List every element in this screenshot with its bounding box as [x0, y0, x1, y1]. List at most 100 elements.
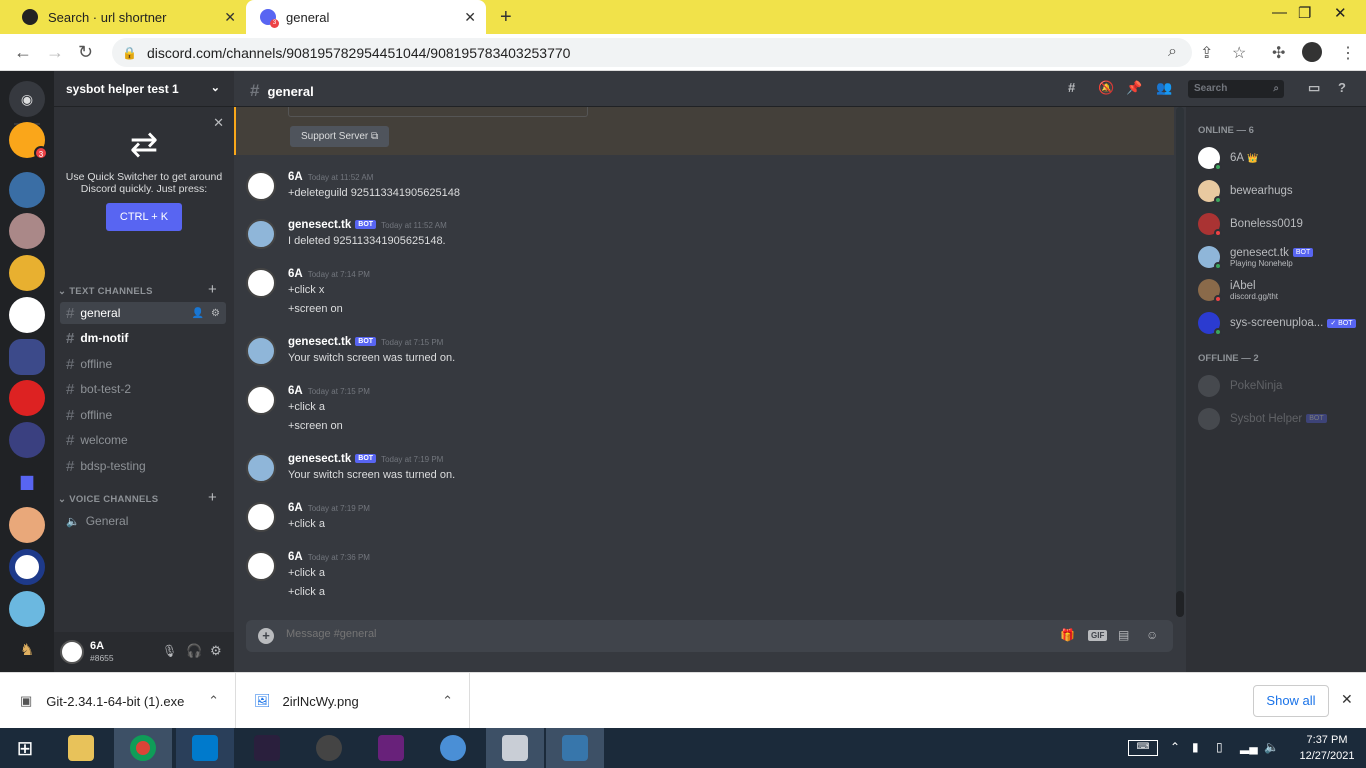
search-input[interactable]: Search ⌕: [1188, 80, 1284, 98]
back-icon[interactable]: ←: [14, 42, 32, 63]
tab-github-search[interactable]: Search · url shortner ✕: [8, 0, 246, 34]
volume-icon[interactable]: 🔈: [1264, 740, 1279, 754]
message[interactable]: 6A Today at 7:14 PM +click x +screen on: [246, 268, 1146, 326]
message-author[interactable]: genesect.tk: [288, 219, 351, 231]
forward-icon[interactable]: →: [46, 42, 64, 63]
member-item[interactable]: sys-screenuploa... ✓ BOT: [1198, 308, 1363, 338]
member-item[interactable]: Boneless0019: [1198, 209, 1363, 239]
guild-icon[interactable]: [9, 255, 45, 291]
channel-dm-notif[interactable]: # dm-notif: [60, 327, 226, 349]
voice-channel-general[interactable]: 🔈 General: [60, 510, 226, 532]
close-icon[interactable]: ✕: [213, 115, 224, 131]
extensions-icon[interactable]: ✣: [1272, 43, 1285, 63]
message-author[interactable]: genesect.tk: [288, 453, 351, 465]
chevron-up-icon[interactable]: ⌃: [442, 693, 453, 709]
show-all-button[interactable]: Show all: [1253, 685, 1329, 717]
message-author[interactable]: 6A: [288, 171, 303, 183]
guild-icon[interactable]: [9, 213, 45, 249]
message[interactable]: genesect.tk BOT Today at 11:52 AM I deleted…: [246, 219, 1146, 258]
avatar[interactable]: [60, 640, 84, 664]
chevron-up-icon[interactable]: ⌃: [208, 693, 219, 709]
ctrl-k-button[interactable]: CTRL + K: [105, 203, 183, 231]
mute-mic-icon[interactable]: 🎙: [162, 644, 177, 658]
channel-offline-2[interactable]: # offline: [60, 404, 226, 426]
folder-icon[interactable]: ▆: [9, 464, 45, 500]
profile-avatar[interactable]: [1302, 42, 1322, 62]
message-author[interactable]: 6A: [288, 268, 303, 280]
add-channel-icon[interactable]: +: [208, 281, 217, 298]
close-download-bar-icon[interactable]: ✕: [1341, 691, 1353, 708]
guild-icon[interactable]: ♞: [9, 633, 45, 669]
member-item[interactable]: iAbel discord.gg/tht: [1198, 275, 1363, 305]
message[interactable]: 6A Today at 7:15 PM +click a +screen on: [246, 385, 1146, 443]
minimize-icon[interactable]: —: [1272, 4, 1287, 21]
keyboard-icon[interactable]: ⌨: [1128, 740, 1158, 756]
channel-bot-test-2[interactable]: # bot-test-2: [60, 378, 226, 400]
app-icon[interactable]: [424, 728, 482, 768]
gift-icon[interactable]: 🎁: [1060, 628, 1075, 642]
message[interactable]: genesect.tk BOT Today at 7:19 PM Your switc…: [246, 453, 1146, 492]
member-item[interactable]: Sysbot Helper BOT: [1198, 404, 1363, 434]
message[interactable]: 6A Today at 7:19 PM +click a: [246, 502, 1146, 541]
notification-bell-icon[interactable]: 🔕: [1098, 80, 1114, 96]
invite-icon[interactable]: 👤: [192, 308, 204, 319]
gear-icon[interactable]: ⚙: [211, 308, 220, 319]
add-channel-icon[interactable]: +: [208, 489, 217, 506]
avatar[interactable]: [246, 385, 276, 415]
menu-icon[interactable]: ⋮: [1340, 43, 1356, 63]
message-author[interactable]: 6A: [288, 502, 303, 514]
sticker-icon[interactable]: ▤: [1118, 628, 1129, 642]
message[interactable]: genesect.tk BOT Today at 7:15 PM Your switc…: [246, 336, 1146, 375]
headphones-icon[interactable]: 🎧: [186, 643, 202, 659]
obs-icon[interactable]: [300, 728, 358, 768]
avatar[interactable]: [246, 171, 276, 201]
download-item[interactable]: 🖼 2irlNcWy.png ⌃: [236, 673, 470, 729]
windows-start-icon[interactable]: ⊞: [0, 728, 50, 768]
new-tab-button[interactable]: +: [500, 6, 512, 29]
guild-icon[interactable]: [9, 507, 45, 543]
threads-icon[interactable]: #: [1068, 80, 1075, 95]
member-item[interactable]: bewearhugs: [1198, 176, 1363, 206]
battery-icon[interactable]: ▯: [1216, 740, 1223, 754]
member-list-icon[interactable]: 👥: [1156, 80, 1172, 96]
download-item[interactable]: ▣ Git-2.34.1-64-bit (1).exe ⌃: [0, 673, 236, 729]
chevron-up-icon[interactable]: ⌃: [1170, 740, 1180, 754]
avatar[interactable]: [246, 551, 276, 581]
inbox-icon[interactable]: ▭: [1308, 80, 1320, 96]
guild-friends-icon[interactable]: 3: [9, 122, 48, 160]
scrollbar-thumb[interactable]: [1176, 591, 1184, 617]
app-icon[interactable]: [486, 728, 544, 768]
member-item[interactable]: genesect.tk BOT Playing Nonehelp: [1198, 242, 1363, 272]
avatar[interactable]: [246, 502, 276, 532]
window-close-icon[interactable]: ✕: [1334, 4, 1347, 22]
guild-icon[interactable]: [9, 297, 45, 333]
guild-icon[interactable]: [9, 380, 45, 416]
avatar[interactable]: [246, 453, 276, 483]
channel-welcome[interactable]: # welcome: [60, 429, 226, 451]
message[interactable]: 6A Today at 7:36 PM +click a +click a: [246, 551, 1146, 609]
restore-icon[interactable]: ❐: [1298, 4, 1311, 22]
avatar[interactable]: [246, 268, 276, 298]
message[interactable]: 6A Today at 11:52 AM +deleteguild 92511334…: [246, 171, 1146, 210]
discord-home-icon[interactable]: ◉: [9, 81, 45, 117]
channel-general[interactable]: # general 👤 ⚙: [60, 302, 226, 324]
message-author[interactable]: 6A: [288, 385, 303, 397]
app-icon[interactable]: [238, 728, 296, 768]
reload-icon[interactable]: ↻: [78, 42, 93, 63]
system-clock[interactable]: 7:37 PM 12/27/2021: [1290, 732, 1364, 764]
address-bar[interactable]: 🔒 discord.com/channels/90819578295445104…: [112, 38, 1192, 67]
support-server-button[interactable]: Support Server ⧉: [290, 126, 390, 147]
vscode-icon[interactable]: [176, 728, 234, 768]
guild-icon[interactable]: [9, 172, 45, 208]
tab-discord-general[interactable]: 3 general ✕: [246, 0, 486, 34]
guild-icon[interactable]: [9, 591, 45, 627]
avatar[interactable]: [246, 336, 276, 366]
gif-icon[interactable]: GIF: [1088, 630, 1108, 641]
avatar[interactable]: [246, 219, 276, 249]
guild-icon[interactable]: [9, 422, 45, 458]
message-input[interactable]: [286, 628, 986, 640]
voice-channels-category[interactable]: ⌄ VOICE CHANNELS: [58, 494, 158, 505]
member-item[interactable]: PokeNinja: [1198, 371, 1363, 401]
user-settings-icon[interactable]: ⚙: [210, 643, 222, 659]
attach-plus-icon[interactable]: +: [258, 628, 274, 644]
